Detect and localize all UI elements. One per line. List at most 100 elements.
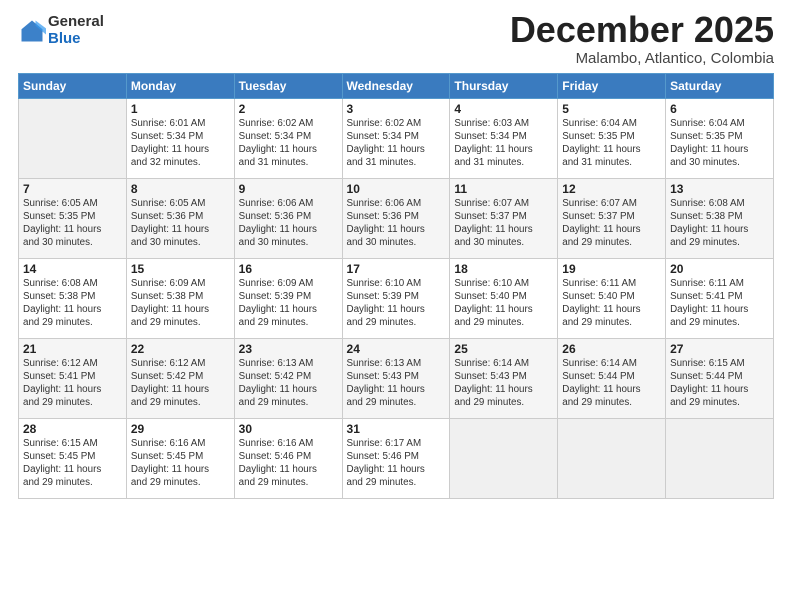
cell-date: 16: [239, 262, 338, 276]
month-title: December 2025: [510, 10, 774, 50]
cell-info: Sunrise: 6:15 AM Sunset: 5:44 PM Dayligh…: [670, 357, 769, 410]
cell-date: 14: [23, 262, 122, 276]
calendar-cell: 21Sunrise: 6:12 AM Sunset: 5:41 PM Dayli…: [19, 338, 127, 418]
calendar-cell: 10Sunrise: 6:06 AM Sunset: 5:36 PM Dayli…: [342, 178, 450, 258]
cell-date: 4: [454, 102, 553, 116]
calendar-cell: 6Sunrise: 6:04 AM Sunset: 5:35 PM Daylig…: [666, 98, 774, 178]
cell-info: Sunrise: 6:16 AM Sunset: 5:46 PM Dayligh…: [239, 437, 338, 490]
cell-date: 11: [454, 182, 553, 196]
calendar-cell: [558, 418, 666, 498]
cell-date: 3: [347, 102, 446, 116]
cell-date: 29: [131, 422, 230, 436]
cell-date: 15: [131, 262, 230, 276]
cell-info: Sunrise: 6:07 AM Sunset: 5:37 PM Dayligh…: [454, 197, 553, 250]
cell-info: Sunrise: 6:13 AM Sunset: 5:42 PM Dayligh…: [239, 357, 338, 410]
cell-date: 1: [131, 102, 230, 116]
weekday-header: Saturday: [666, 73, 774, 98]
cell-info: Sunrise: 6:13 AM Sunset: 5:43 PM Dayligh…: [347, 357, 446, 410]
cell-date: 2: [239, 102, 338, 116]
cell-date: 28: [23, 422, 122, 436]
header-row: SundayMondayTuesdayWednesdayThursdayFrid…: [19, 73, 774, 98]
cell-info: Sunrise: 6:08 AM Sunset: 5:38 PM Dayligh…: [670, 197, 769, 250]
cell-date: 7: [23, 182, 122, 196]
cell-info: Sunrise: 6:01 AM Sunset: 5:34 PM Dayligh…: [131, 117, 230, 170]
cell-info: Sunrise: 6:07 AM Sunset: 5:37 PM Dayligh…: [562, 197, 661, 250]
logo-icon: [18, 17, 46, 45]
cell-date: 19: [562, 262, 661, 276]
cell-info: Sunrise: 6:08 AM Sunset: 5:38 PM Dayligh…: [23, 277, 122, 330]
calendar-cell: 14Sunrise: 6:08 AM Sunset: 5:38 PM Dayli…: [19, 258, 127, 338]
cell-info: Sunrise: 6:16 AM Sunset: 5:45 PM Dayligh…: [131, 437, 230, 490]
weekday-header: Wednesday: [342, 73, 450, 98]
cell-date: 22: [131, 342, 230, 356]
cell-info: Sunrise: 6:14 AM Sunset: 5:44 PM Dayligh…: [562, 357, 661, 410]
weekday-header: Tuesday: [234, 73, 342, 98]
calendar-cell: 8Sunrise: 6:05 AM Sunset: 5:36 PM Daylig…: [126, 178, 234, 258]
weekday-header: Monday: [126, 73, 234, 98]
logo: General Blue: [18, 14, 104, 47]
cell-info: Sunrise: 6:11 AM Sunset: 5:41 PM Dayligh…: [670, 277, 769, 330]
calendar-cell: 30Sunrise: 6:16 AM Sunset: 5:46 PM Dayli…: [234, 418, 342, 498]
calendar-cell: 19Sunrise: 6:11 AM Sunset: 5:40 PM Dayli…: [558, 258, 666, 338]
cell-info: Sunrise: 6:03 AM Sunset: 5:34 PM Dayligh…: [454, 117, 553, 170]
cell-info: Sunrise: 6:09 AM Sunset: 5:38 PM Dayligh…: [131, 277, 230, 330]
calendar-cell: 2Sunrise: 6:02 AM Sunset: 5:34 PM Daylig…: [234, 98, 342, 178]
calendar-week: 1Sunrise: 6:01 AM Sunset: 5:34 PM Daylig…: [19, 98, 774, 178]
calendar-cell: 12Sunrise: 6:07 AM Sunset: 5:37 PM Dayli…: [558, 178, 666, 258]
calendar-cell: 7Sunrise: 6:05 AM Sunset: 5:35 PM Daylig…: [19, 178, 127, 258]
cell-info: Sunrise: 6:04 AM Sunset: 5:35 PM Dayligh…: [670, 117, 769, 170]
cell-date: 18: [454, 262, 553, 276]
cell-date: 13: [670, 182, 769, 196]
calendar: SundayMondayTuesdayWednesdayThursdayFrid…: [18, 73, 774, 499]
logo-text: General Blue: [48, 14, 104, 47]
cell-info: Sunrise: 6:06 AM Sunset: 5:36 PM Dayligh…: [347, 197, 446, 250]
cell-date: 5: [562, 102, 661, 116]
cell-info: Sunrise: 6:06 AM Sunset: 5:36 PM Dayligh…: [239, 197, 338, 250]
cell-date: 20: [670, 262, 769, 276]
cell-date: 21: [23, 342, 122, 356]
cell-date: 8: [131, 182, 230, 196]
calendar-week: 14Sunrise: 6:08 AM Sunset: 5:38 PM Dayli…: [19, 258, 774, 338]
cell-date: 9: [239, 182, 338, 196]
logo-blue: Blue: [48, 31, 104, 48]
calendar-cell: 31Sunrise: 6:17 AM Sunset: 5:46 PM Dayli…: [342, 418, 450, 498]
calendar-cell: 11Sunrise: 6:07 AM Sunset: 5:37 PM Dayli…: [450, 178, 558, 258]
cell-info: Sunrise: 6:04 AM Sunset: 5:35 PM Dayligh…: [562, 117, 661, 170]
cell-date: 26: [562, 342, 661, 356]
calendar-cell: 5Sunrise: 6:04 AM Sunset: 5:35 PM Daylig…: [558, 98, 666, 178]
calendar-week: 7Sunrise: 6:05 AM Sunset: 5:35 PM Daylig…: [19, 178, 774, 258]
calendar-cell: 29Sunrise: 6:16 AM Sunset: 5:45 PM Dayli…: [126, 418, 234, 498]
cell-info: Sunrise: 6:09 AM Sunset: 5:39 PM Dayligh…: [239, 277, 338, 330]
calendar-cell: 22Sunrise: 6:12 AM Sunset: 5:42 PM Dayli…: [126, 338, 234, 418]
calendar-cell: 23Sunrise: 6:13 AM Sunset: 5:42 PM Dayli…: [234, 338, 342, 418]
cell-info: Sunrise: 6:02 AM Sunset: 5:34 PM Dayligh…: [239, 117, 338, 170]
cell-date: 24: [347, 342, 446, 356]
calendar-cell: [450, 418, 558, 498]
calendar-cell: [19, 98, 127, 178]
calendar-cell: 27Sunrise: 6:15 AM Sunset: 5:44 PM Dayli…: [666, 338, 774, 418]
header: General Blue December 2025 Malambo, Atla…: [18, 10, 774, 67]
weekday-header: Friday: [558, 73, 666, 98]
calendar-body: 1Sunrise: 6:01 AM Sunset: 5:34 PM Daylig…: [19, 98, 774, 498]
weekday-header: Thursday: [450, 73, 558, 98]
cell-date: 6: [670, 102, 769, 116]
calendar-cell: 16Sunrise: 6:09 AM Sunset: 5:39 PM Dayli…: [234, 258, 342, 338]
cell-date: 17: [347, 262, 446, 276]
calendar-cell: 1Sunrise: 6:01 AM Sunset: 5:34 PM Daylig…: [126, 98, 234, 178]
cell-info: Sunrise: 6:12 AM Sunset: 5:42 PM Dayligh…: [131, 357, 230, 410]
cell-info: Sunrise: 6:17 AM Sunset: 5:46 PM Dayligh…: [347, 437, 446, 490]
cell-date: 10: [347, 182, 446, 196]
cell-date: 12: [562, 182, 661, 196]
cell-date: 30: [239, 422, 338, 436]
calendar-cell: 17Sunrise: 6:10 AM Sunset: 5:39 PM Dayli…: [342, 258, 450, 338]
cell-date: 27: [670, 342, 769, 356]
cell-date: 23: [239, 342, 338, 356]
cell-info: Sunrise: 6:14 AM Sunset: 5:43 PM Dayligh…: [454, 357, 553, 410]
calendar-week: 21Sunrise: 6:12 AM Sunset: 5:41 PM Dayli…: [19, 338, 774, 418]
logo-general: General: [48, 14, 104, 31]
cell-info: Sunrise: 6:05 AM Sunset: 5:36 PM Dayligh…: [131, 197, 230, 250]
calendar-cell: 15Sunrise: 6:09 AM Sunset: 5:38 PM Dayli…: [126, 258, 234, 338]
calendar-cell: 18Sunrise: 6:10 AM Sunset: 5:40 PM Dayli…: [450, 258, 558, 338]
calendar-cell: 20Sunrise: 6:11 AM Sunset: 5:41 PM Dayli…: [666, 258, 774, 338]
cell-info: Sunrise: 6:10 AM Sunset: 5:40 PM Dayligh…: [454, 277, 553, 330]
